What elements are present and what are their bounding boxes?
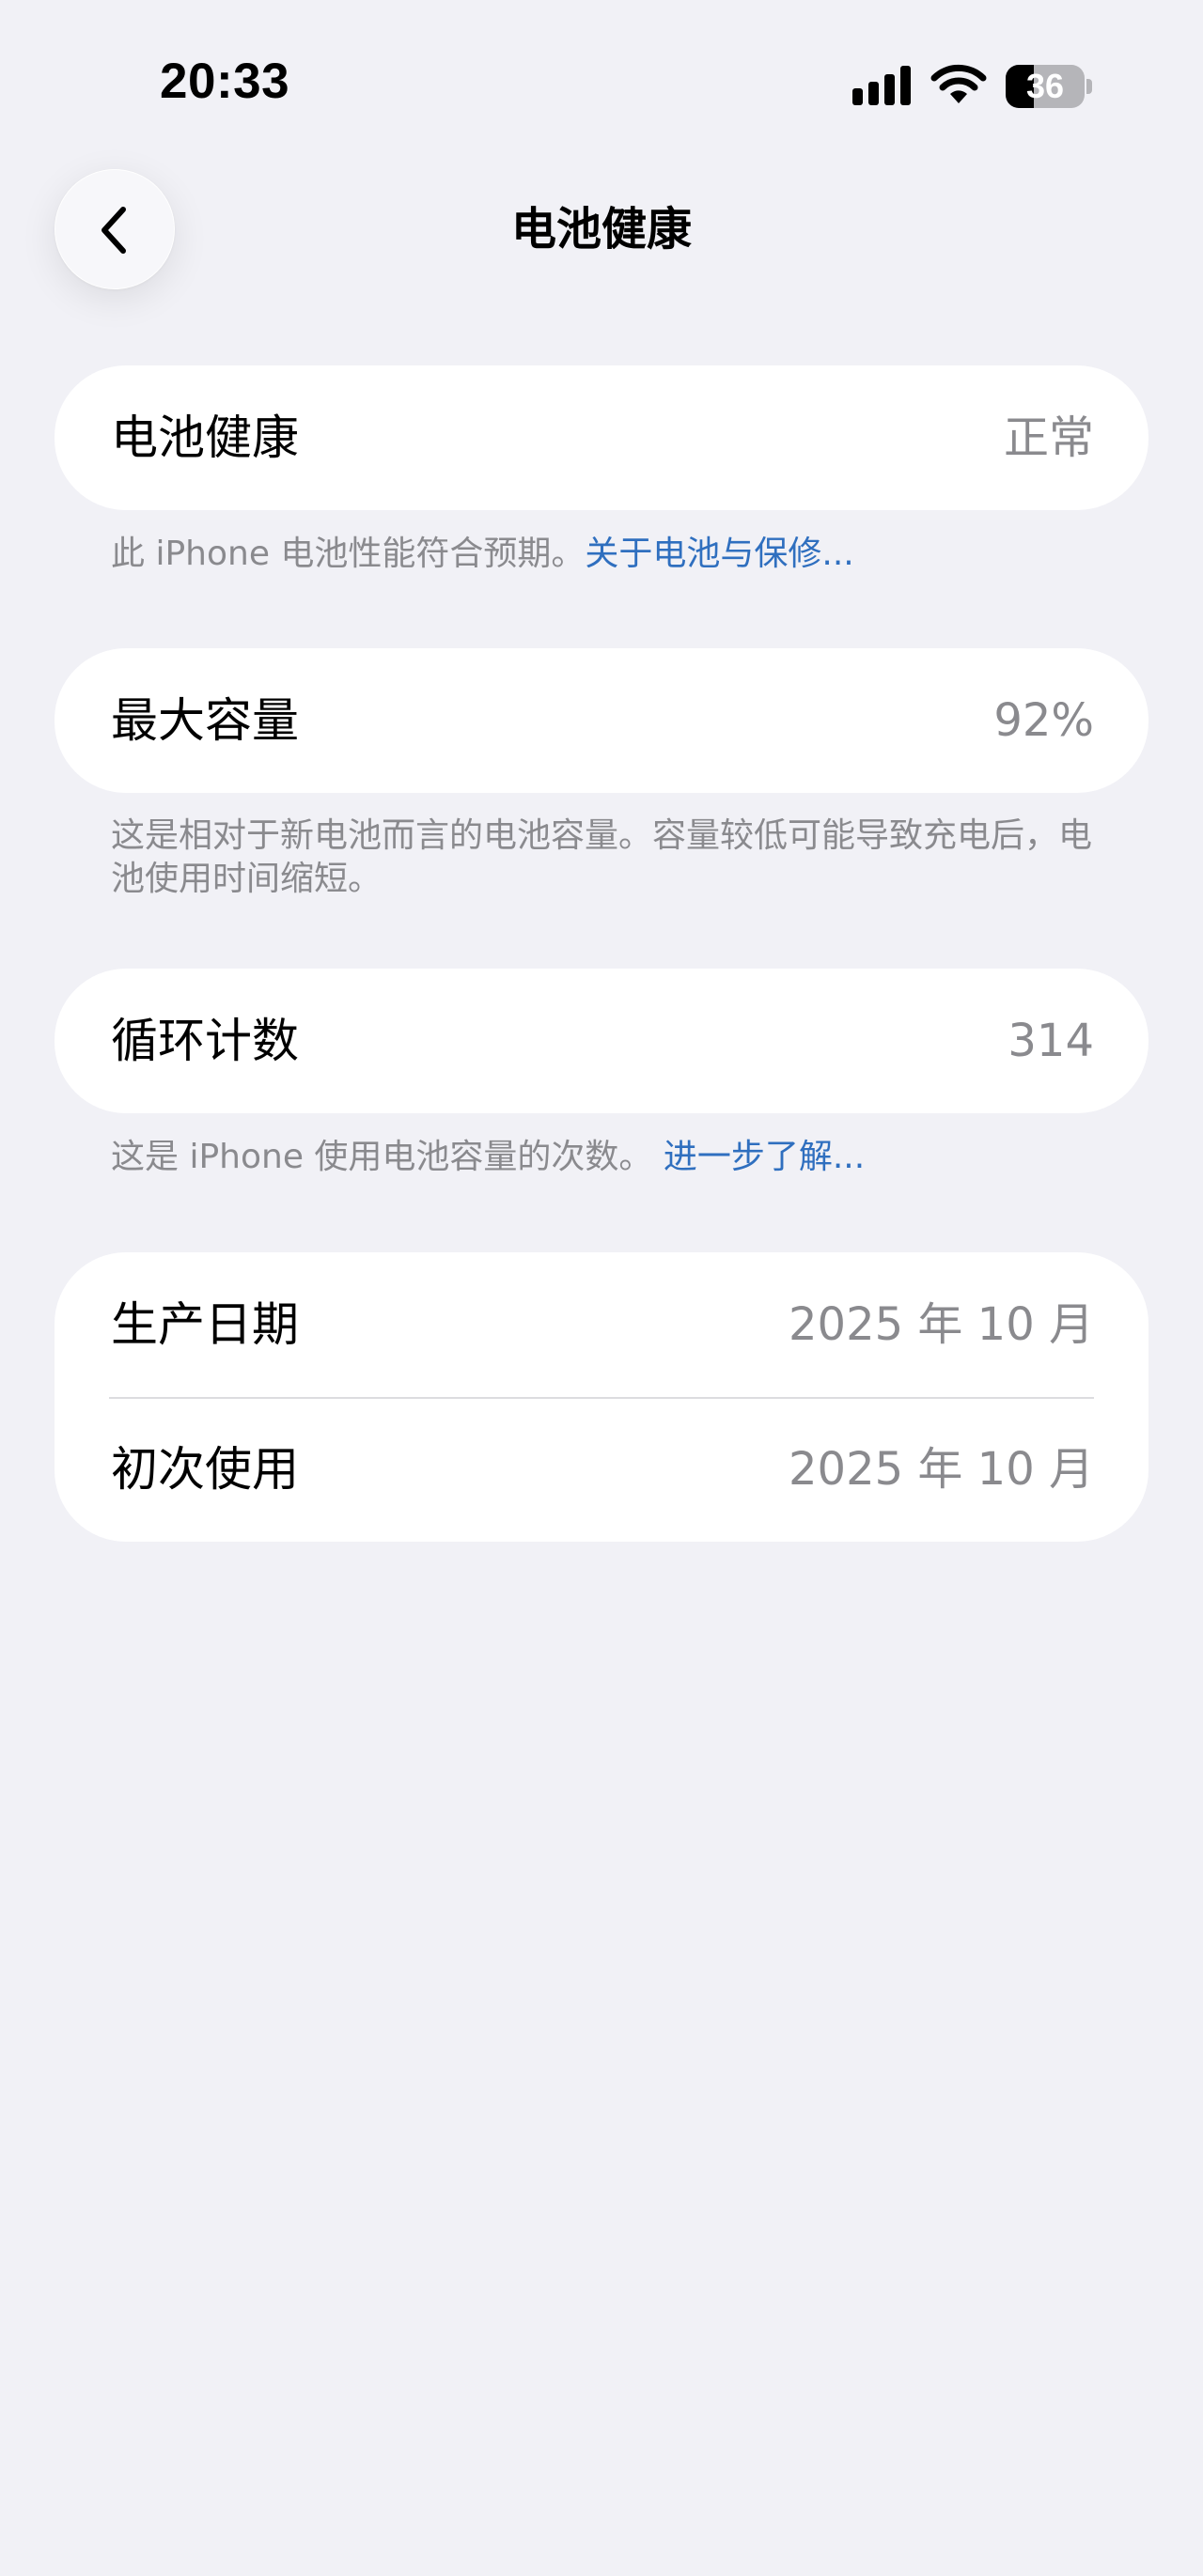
wifi-icon (930, 64, 987, 103)
page-title: 电池健康 (510, 203, 692, 256)
battery-body: 36 (1006, 65, 1085, 108)
battery-icon: 36 (1006, 65, 1092, 108)
max-capacity-value: 92% (993, 694, 1094, 747)
manufacture-date-value: 2025 年 10 月 (788, 1298, 1094, 1351)
max-capacity-footnote: 这是相对于新电池而言的电池容量。容量较低可能导致充电后，电池使用时间缩短。 (111, 816, 1093, 898)
first-use-value: 2025 年 10 月 (788, 1443, 1094, 1496)
battery-level: 36 (1025, 67, 1065, 105)
battery-health-footnote-text: 此 iPhone 电池性能符合预期。 (111, 535, 586, 573)
cycle-count-card: 循环计数 314 (55, 969, 1148, 1113)
first-use-row: 初次使用 2025 年 10 月 (55, 1397, 1148, 1542)
max-capacity-label: 最大容量 (111, 693, 299, 748)
cycle-count-label: 循环计数 (111, 1014, 299, 1068)
learn-more-link[interactable]: 进一步了解... (664, 1138, 865, 1176)
max-capacity-row: 最大容量 92% (55, 648, 1148, 793)
battery-health-card: 电池健康 正常 (55, 365, 1148, 510)
battery-health-label: 电池健康 (111, 411, 299, 465)
signal-icon (852, 66, 916, 105)
cycle-count-footnote-text: 这是 iPhone 使用电池容量的次数。 (111, 1138, 653, 1176)
cycle-count-footnote: 这是 iPhone 使用电池容量的次数。 进一步了解... (111, 1136, 1107, 1179)
battery-warranty-link[interactable]: 关于电池与保修... (585, 535, 853, 573)
battery-health-footnote: 此 iPhone 电池性能符合预期。关于电池与保修... (111, 533, 1107, 576)
battery-cap (1086, 79, 1092, 94)
cycle-count-value: 314 (1008, 1015, 1094, 1067)
max-capacity-card: 最大容量 92% (55, 648, 1148, 793)
battery-health-value: 正常 (1003, 411, 1094, 464)
manufacture-date-label: 生产日期 (111, 1297, 299, 1352)
manufacture-date-row: 生产日期 2025 年 10 月 (55, 1252, 1148, 1399)
cycle-count-row: 循环计数 314 (55, 969, 1148, 1113)
status-time: 20:33 (160, 54, 290, 109)
battery-health-row: 电池健康 正常 (55, 365, 1148, 510)
status-bar: 20:33 36 (0, 0, 1203, 178)
first-use-label: 初次使用 (111, 1442, 299, 1497)
dates-card: 生产日期 2025 年 10 月 初次使用 2025 年 10 月 (55, 1252, 1148, 1542)
